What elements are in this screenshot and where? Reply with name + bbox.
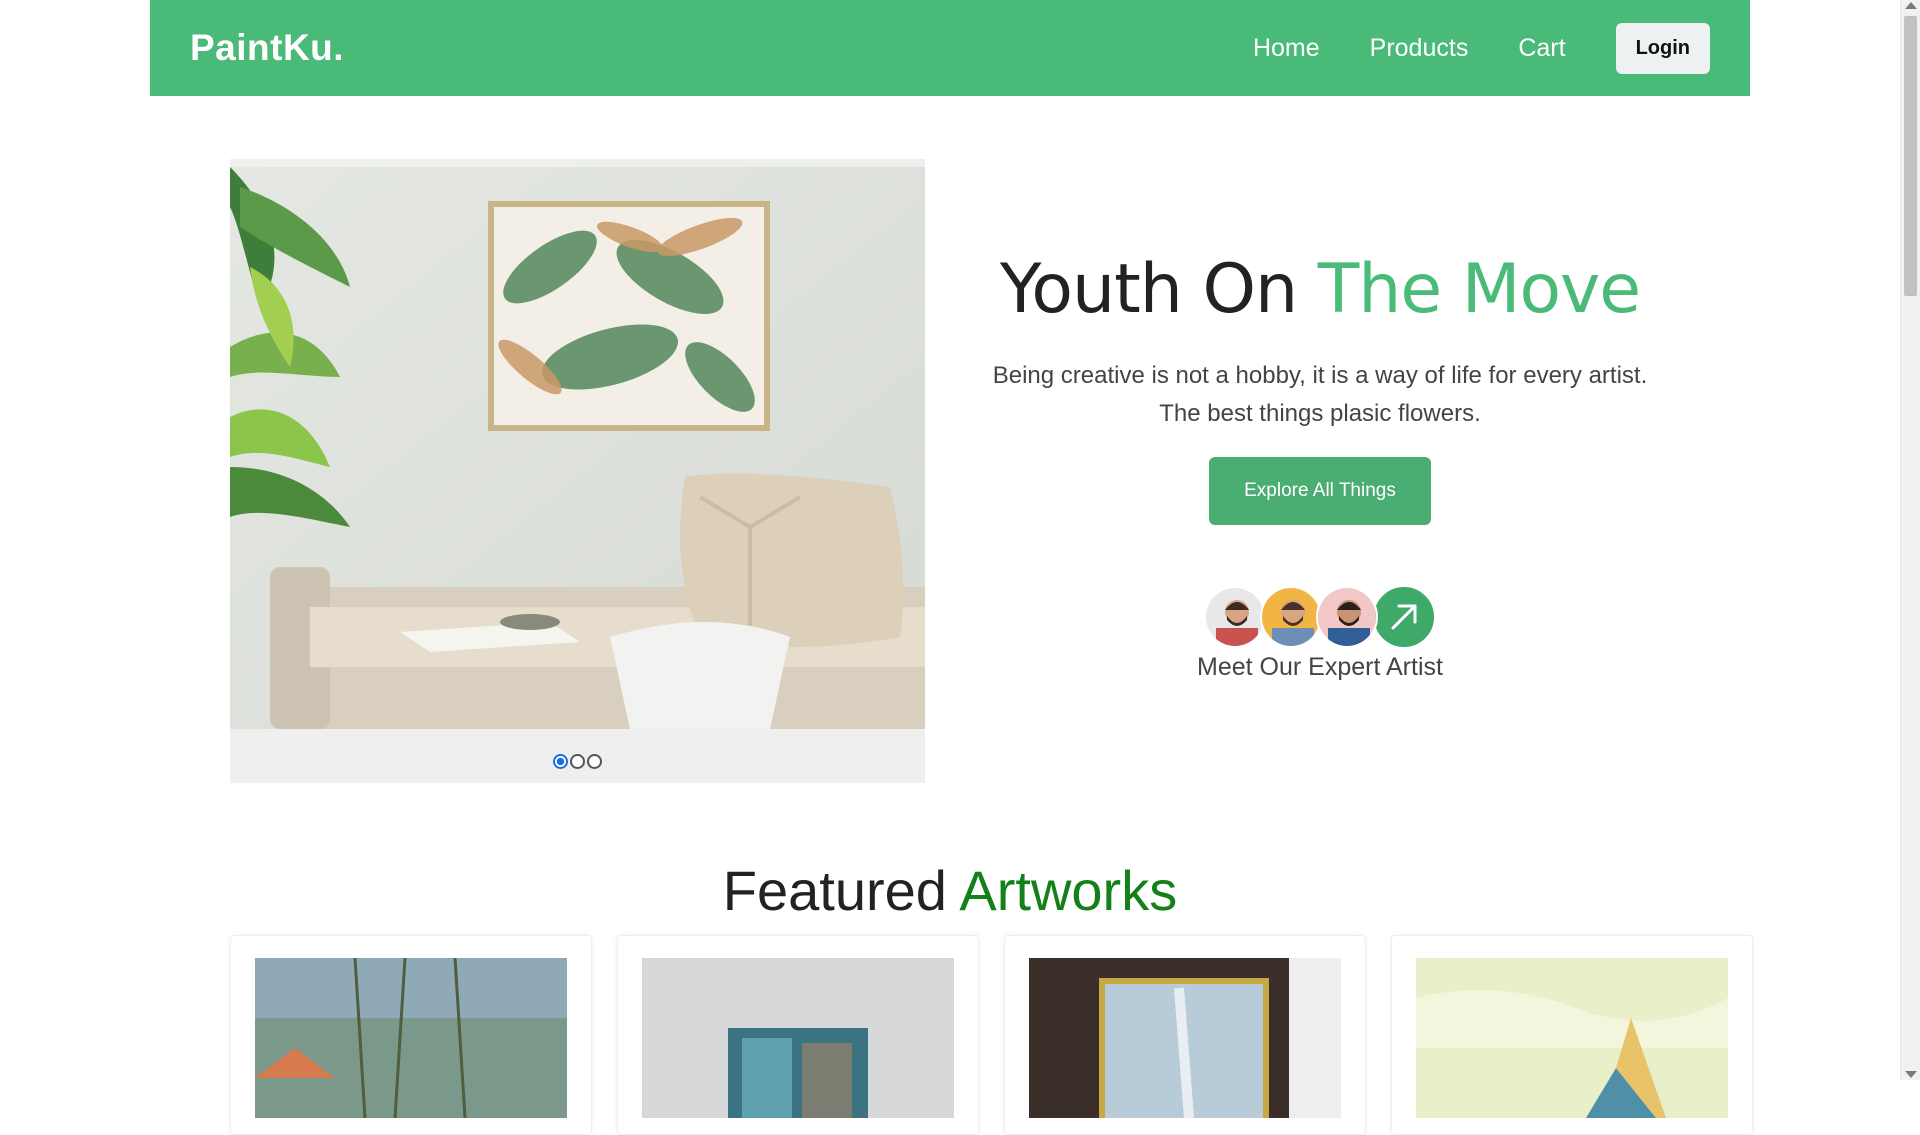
- artwork-card[interactable]: [230, 935, 592, 1135]
- avatar[interactable]: [1260, 586, 1322, 648]
- artwork-image: [642, 958, 954, 1118]
- avatar[interactable]: [1204, 586, 1266, 648]
- scrollbar-thumb[interactable]: [1904, 16, 1917, 296]
- carousel-dot-2[interactable]: [570, 754, 585, 769]
- meet-artist-label[interactable]: Meet Our Expert Artist: [960, 653, 1680, 682]
- artwork-card[interactable]: [617, 935, 979, 1135]
- featured-title-main: Featured: [722, 859, 960, 922]
- arrow-up-right-icon[interactable]: [1372, 585, 1436, 649]
- carousel-slide-image: [230, 167, 925, 729]
- hero-carousel: [230, 159, 925, 783]
- hero-section: Youth On The Move Being creative is not …: [960, 250, 1680, 682]
- nav-link-cart[interactable]: Cart: [1518, 34, 1565, 63]
- artwork-image: [1029, 958, 1341, 1118]
- explore-button[interactable]: Explore All Things: [1209, 457, 1431, 525]
- artist-avatars: [960, 585, 1680, 649]
- login-button[interactable]: Login: [1615, 22, 1710, 74]
- artwork-image: [1416, 958, 1728, 1118]
- carousel-dot-3[interactable]: [587, 754, 602, 769]
- nav-link-products[interactable]: Products: [1370, 34, 1469, 63]
- artwork-card[interactable]: [1391, 935, 1753, 1135]
- scroll-down-icon[interactable]: [1905, 1071, 1917, 1078]
- hero-description: Being creative is not a hobby, it is a w…: [992, 362, 1648, 427]
- artwork-image: [255, 958, 567, 1118]
- carousel-dot-1[interactable]: [553, 754, 568, 769]
- nav-menu: Home Products Cart Login: [1253, 22, 1710, 74]
- featured-title: Featured Artworks: [0, 858, 1900, 923]
- living-room-illustration: [230, 167, 925, 729]
- hero-title-main: Youth On: [999, 250, 1318, 329]
- hero-title: Youth On The Move: [960, 250, 1680, 329]
- carousel-indicators: [230, 754, 925, 769]
- navbar: PaintKu. Home Products Cart Login: [150, 0, 1750, 96]
- vertical-scrollbar[interactable]: [1900, 0, 1920, 1080]
- hero-title-accent: The Move: [1317, 250, 1641, 329]
- avatar[interactable]: [1316, 586, 1378, 648]
- nav-link-home[interactable]: Home: [1253, 34, 1320, 63]
- brand-logo[interactable]: PaintKu.: [190, 27, 344, 69]
- artwork-card[interactable]: [1004, 935, 1366, 1135]
- scroll-up-icon[interactable]: [1905, 2, 1917, 9]
- featured-title-accent: Artworks: [959, 859, 1178, 922]
